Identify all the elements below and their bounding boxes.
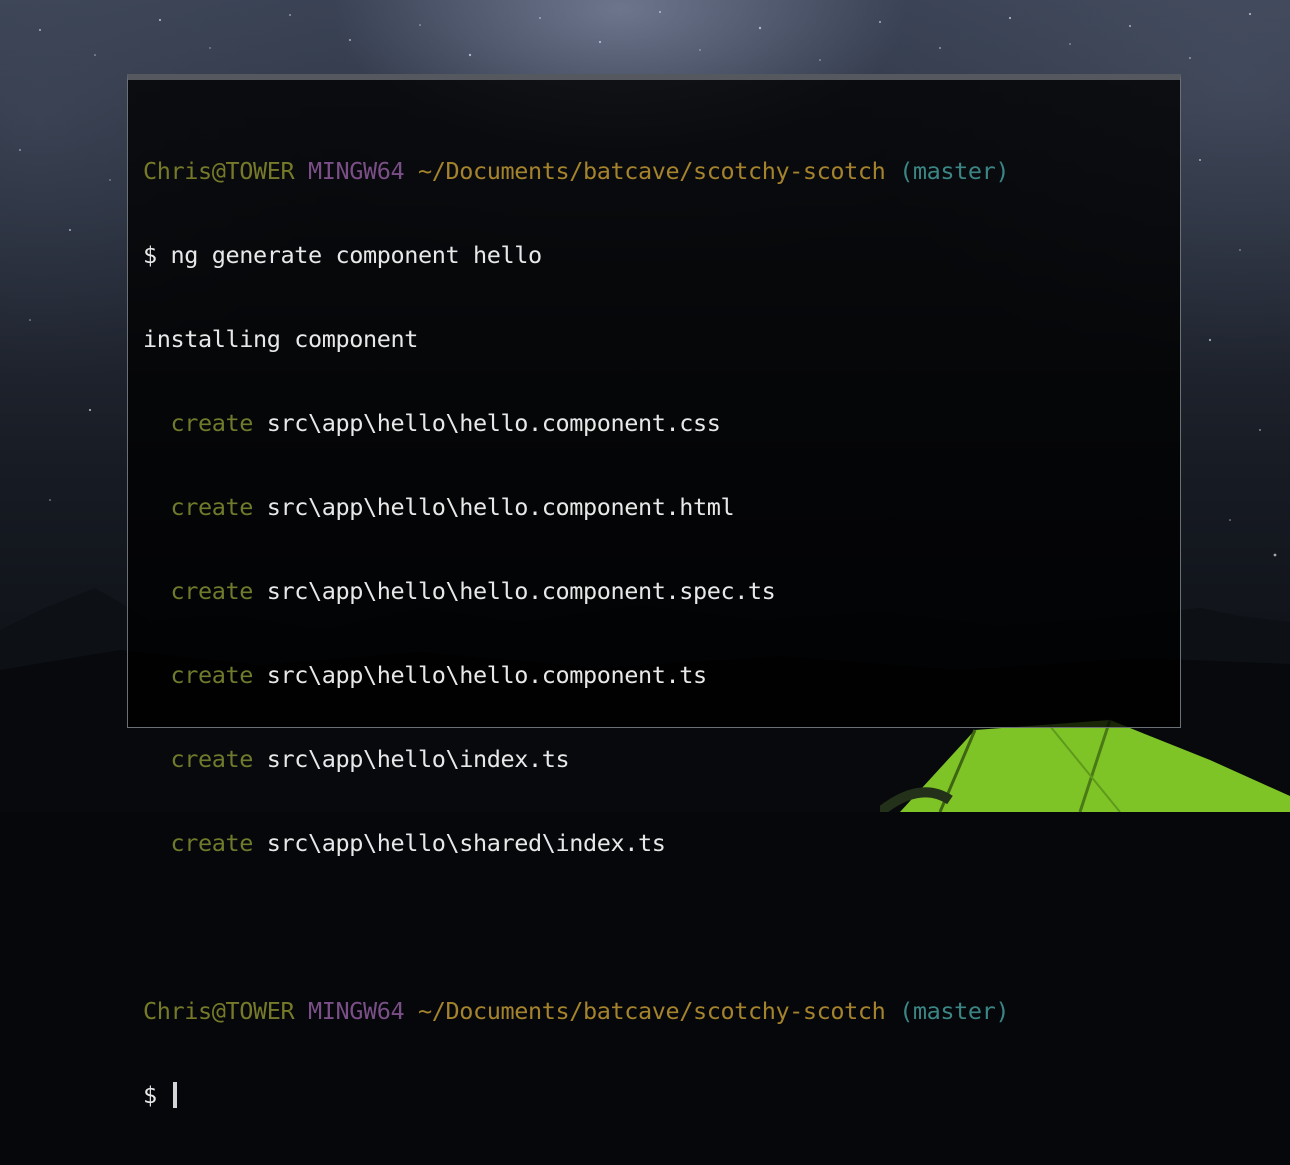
command-line: $ ng generate component hello — [143, 241, 542, 269]
created-file-path: src\app\hello\hello.component.spec.ts — [266, 577, 776, 605]
created-file-path: src\app\hello\hello.component.ts — [266, 661, 707, 689]
create-keyword: create — [170, 493, 254, 521]
output-line: create src\app\hello\hello.component.ts — [143, 661, 1170, 689]
terminal-window[interactable]: Chris@TOWER MINGW64 ~/Documents/batcave/… — [127, 74, 1181, 1109]
create-keyword: create — [170, 745, 254, 773]
created-file-path: src\app\hello\hello.component.css — [266, 409, 721, 437]
output-line: create src\app\hello\hello.component.spe… — [143, 577, 1170, 605]
prompt-branch: (master) — [899, 997, 1010, 1025]
prompt-line: Chris@TOWER MINGW64 ~/Documents/batcave/… — [143, 997, 1170, 1025]
prompt-user: Chris@TOWER — [143, 157, 295, 185]
input-prompt-symbol: $ — [143, 1081, 157, 1109]
prompt-user: Chris@TOWER — [143, 997, 295, 1025]
prompt-system: MINGW64 — [307, 157, 405, 185]
created-file-path: src\app\hello\index.ts — [266, 745, 570, 773]
create-keyword: create — [170, 577, 254, 605]
output-line: create src\app\hello\index.ts — [143, 745, 1170, 773]
create-keyword: create — [170, 829, 254, 857]
output-line: create src\app\hello\shared\index.ts — [143, 829, 1170, 857]
prompt-path: ~/Documents/batcave/scotchy-scotch — [417, 157, 886, 185]
output-line: create src\app\hello\hello.component.htm… — [143, 493, 1170, 521]
output-line: create src\app\hello\hello.component.css — [143, 409, 1170, 437]
create-keyword: create — [170, 661, 254, 689]
created-file-path: src\app\hello\shared\index.ts — [266, 829, 666, 857]
created-file-path: src\app\hello\hello.component.html — [266, 493, 735, 521]
terminal-output: Chris@TOWER MINGW64 ~/Documents/batcave/… — [143, 101, 1170, 1165]
create-keyword: create — [170, 409, 254, 437]
prompt-branch: (master) — [899, 157, 1010, 185]
input-line[interactable]: $ — [143, 1081, 1170, 1109]
prompt-system: MINGW64 — [307, 997, 405, 1025]
prompt-line: Chris@TOWER MINGW64 ~/Documents/batcave/… — [143, 157, 1170, 185]
text-cursor-icon — [172, 1082, 177, 1108]
prompt-path: ~/Documents/batcave/scotchy-scotch — [417, 997, 886, 1025]
status-line: installing component — [143, 325, 418, 353]
